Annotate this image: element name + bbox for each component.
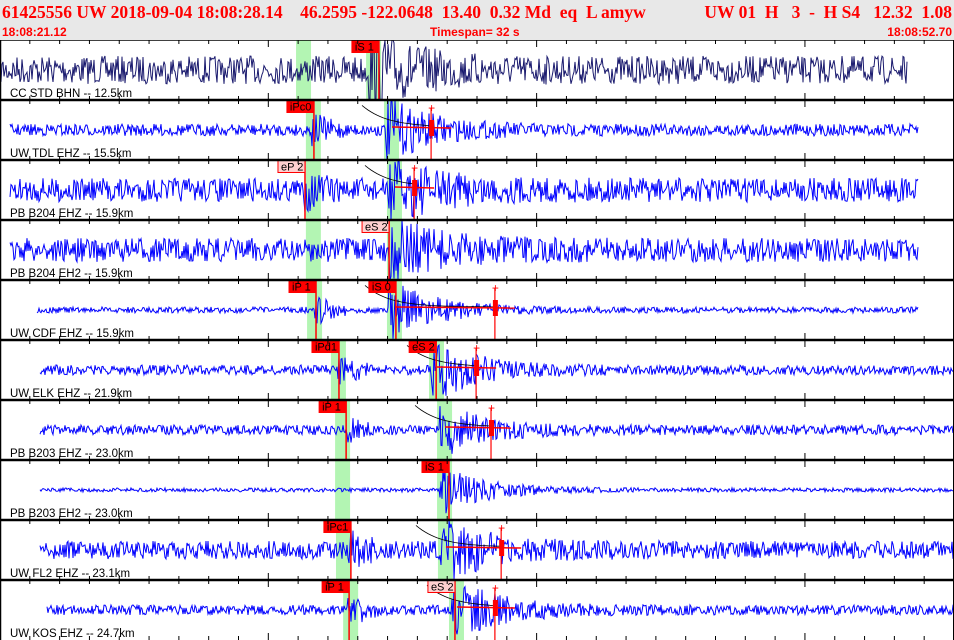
coda-decay-curve [415,525,500,547]
event-header: 61425556 UW 2018-09-04 18:08:28.14 46.25… [0,0,954,40]
pick-label: eS 2 [412,342,435,354]
channel-label: CC STD BHN -- 12.5km [10,88,132,100]
waveform-panel[interactable]: iS 1CC STD BHN -- 12.5km+iPc0UW TDL EHZ … [0,40,954,640]
channel-label: UW CDF EHZ -- 15.9km [10,328,134,340]
pick-label: iP 1 [322,402,341,414]
seismogram-trace [46,584,954,635]
trace-row[interactable]: +iP 1 eS 2UW KOS EHZ -- 24.7km [0,578,954,640]
pick-label: iP 1 [292,282,311,294]
seismogram-trace [39,519,954,581]
coda-fit-line [445,546,522,549]
seismogram-trace [36,280,919,339]
coda-fit-line [456,606,515,609]
coda-plus-icon: + [492,281,499,295]
trace-row[interactable]: + iPc1 UW FL2 EHZ -- 23.1km [0,518,954,581]
coda-plus-icon: + [492,581,499,595]
coda-amp-marker [412,180,418,196]
trace-row[interactable]: iS 1CC STD BHN -- 12.5km [0,40,954,101]
phase-window [437,520,453,580]
seismogram-trace [9,219,919,281]
pick-label: eP 2 [281,162,303,174]
start-time: 18:08:21.12 [2,25,67,39]
seismogram-trace [39,406,954,454]
solution-info: UW 01 H 3 - H S4 12.32 1.08 [704,2,952,22]
channel-label: UW ELK EHZ -- 21.9km [10,388,132,400]
channel-label: PB B203 EH2 -- 23.0km [10,508,133,520]
coda-amp-marker [474,360,480,376]
channel-label: UW KOS EHZ -- 24.7km [10,628,135,640]
trace-row[interactable]: +eP 2PB B204 EHZ -- 15.9km [0,158,954,221]
coda-amp-marker [492,300,498,316]
trace-row[interactable]: +iP 1 iS 0UW CDF EHZ -- 15.9km [0,278,954,340]
event-info: 61425556 UW 2018-09-04 18:08:28.14 46.25… [2,2,646,22]
seismogram-trace [0,40,908,101]
pick-label: eS 2 [365,222,388,234]
seismogram-trace [39,468,954,514]
seismogram-trace [9,158,919,221]
coda-fit-line [436,366,497,369]
timespan: Timespan= 32 s [430,25,520,39]
coda-amp-marker [429,120,435,136]
trace-row[interactable]: iS 1 PB B203 EH2 -- 23.0km [0,458,954,520]
trace-row[interactable]: + iPc0 UW TDL EHZ -- 15.5km [0,98,954,160]
trace-row[interactable]: +iPd1 eS 2UW ELK EHZ -- 21.9km [0,338,954,400]
coda-plus-icon: + [488,401,495,415]
pick-label: iPc1 [327,522,348,534]
trace-row[interactable]: + iP 1 PB B203 EHZ -- 23.0km [0,398,954,460]
channel-label: PB B204 EHZ -- 15.9km [10,208,133,220]
coda-amp-marker [492,600,498,616]
end-time: 18:08:52.70 [887,25,952,39]
pick-label: iPd1 [315,342,337,354]
coda-fit-line [445,426,512,429]
channel-label: UW TDL EHZ -- 15.5km [10,148,131,160]
pick-label: iPc0 [290,102,311,114]
trace-row[interactable]: eS 2 PB B204 EH2 -- 15.9km [0,218,954,281]
coda-decay-curve [414,405,491,427]
coda-amp-marker [499,540,505,556]
coda-plus-icon: + [498,521,505,535]
pick-label: iS 1 [425,462,444,474]
channel-label: UW FL2 EHZ -- 23.1km [10,568,130,580]
seismogram-trace [9,99,919,160]
channel-label: PB B204 EH2 -- 15.9km [10,268,133,280]
seismogram-trace [39,343,954,396]
pick-label: eS 2 [431,582,454,594]
coda-amp-marker [489,420,495,436]
coda-plus-icon: + [428,101,435,115]
coda-fit-line [391,126,452,129]
channel-label: PB B203 EHZ -- 23.0km [10,448,133,460]
phase-window [296,40,312,100]
